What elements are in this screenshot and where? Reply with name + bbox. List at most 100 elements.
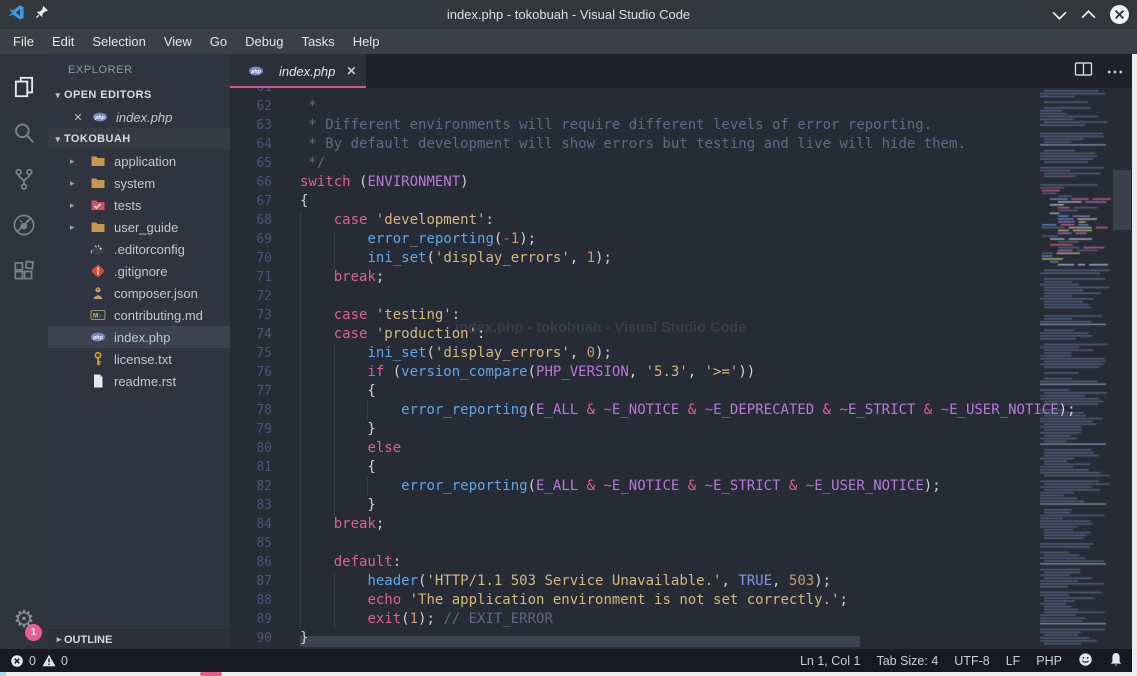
horizontal-scrollbar[interactable] — [300, 636, 860, 647]
line-number: 62 — [230, 97, 272, 116]
composer-icon — [90, 285, 106, 301]
status-tab-size-4[interactable]: Tab Size: 4 — [876, 654, 938, 668]
split-editor-icon[interactable] — [1074, 61, 1093, 82]
code-line-63[interactable]: 63 * Different environments will require… — [230, 116, 1038, 135]
line-number: 82 — [230, 477, 272, 496]
more-actions-icon[interactable] — [1107, 62, 1123, 80]
code-line-62[interactable]: 62 * — [230, 97, 1038, 116]
menu-tasks[interactable]: Tasks — [292, 31, 343, 52]
code-line-66[interactable]: 66switch (ENVIRONMENT) — [230, 173, 1038, 192]
code-line-81[interactable]: 81 { — [230, 458, 1038, 477]
feedback-smiley-icon[interactable] — [1078, 652, 1093, 670]
source-control-icon[interactable] — [0, 156, 48, 202]
status-ln-1-col-1[interactable]: Ln 1, Col 1 — [800, 654, 860, 668]
code-line-71[interactable]: 71 break; — [230, 268, 1038, 287]
code-line-67[interactable]: 67{ — [230, 192, 1038, 211]
tab-bar: php index.php ✕ — [230, 54, 1137, 88]
line-number: 64 — [230, 135, 272, 154]
extensions-icon[interactable] — [0, 248, 48, 294]
menu-go[interactable]: Go — [201, 31, 236, 52]
tree-item-application[interactable]: ▸application — [48, 150, 230, 172]
minimap[interactable] — [1038, 88, 1112, 649]
code-line-87[interactable]: 87 header('HTTP/1.1 503 Service Unavaila… — [230, 572, 1038, 591]
line-number: 88 — [230, 591, 272, 610]
vscode-window: index.php - tokobuah - Visual Studio Cod… — [0, 0, 1137, 676]
code-line-78[interactable]: 78 error_reporting(E_ALL & ~E_NOTICE & ~… — [230, 401, 1038, 420]
code-line-72[interactable]: 72 — [230, 287, 1038, 306]
status-lf[interactable]: LF — [1006, 654, 1021, 668]
scrollbar-thumb[interactable] — [1113, 170, 1131, 230]
code-line-65[interactable]: 65 */ — [230, 154, 1038, 173]
open-editors-header[interactable]: ▾ OPEN EDITORS — [48, 84, 230, 106]
line-number: 63 — [230, 116, 272, 135]
menubar: FileEditSelectionViewGoDebugTasksHelp — [0, 29, 1137, 54]
code-editor[interactable]: index.php - tokobuah - Visual Studio Cod… — [230, 88, 1137, 649]
close-button[interactable] — [1110, 5, 1129, 24]
menu-view[interactable]: View — [155, 31, 201, 52]
menu-help[interactable]: Help — [344, 31, 389, 52]
minimize-button[interactable] — [1052, 10, 1067, 20]
code-line-70[interactable]: 70 ini_set('display_errors', 1); — [230, 249, 1038, 268]
line-number: 67 — [230, 192, 272, 211]
debug-icon[interactable] — [0, 202, 48, 248]
code-line-89[interactable]: 89 exit(1); // EXIT_ERROR — [230, 610, 1038, 629]
explorer-icon[interactable] — [0, 64, 48, 110]
tree-item-license.txt[interactable]: ▸license.txt — [48, 348, 230, 370]
code-line-82[interactable]: 82 error_reporting(E_ALL & ~E_NOTICE & ~… — [230, 477, 1038, 496]
tree-item-.editorconfig[interactable]: ▸.editorconfig — [48, 238, 230, 260]
status-bar: 0 0 Ln 1, Col 1 Tab Size: 4 UTF-8 LF PHP — [0, 649, 1137, 672]
tab-close-icon[interactable]: ✕ — [346, 64, 356, 78]
code-line-61[interactable]: 61 * — [230, 88, 1038, 97]
line-number: 87 — [230, 572, 272, 591]
status-utf-8[interactable]: UTF-8 — [954, 654, 989, 668]
chevron-right-icon: ▸ — [48, 634, 64, 645]
settings-badge: 1 — [25, 624, 42, 641]
pin-icon[interactable] — [35, 5, 49, 24]
svg-text:php: php — [250, 69, 261, 75]
open-editor-index.php[interactable]: ✕phpindex.php — [48, 106, 230, 128]
project-header[interactable]: ▾ TOKOBUAH — [48, 128, 230, 150]
menu-file[interactable]: File — [4, 31, 43, 52]
code-line-64[interactable]: 64 * By default development will show er… — [230, 135, 1038, 154]
code-lines[interactable]: 61 *62 *63 * Different environments will… — [230, 88, 1038, 648]
menu-edit[interactable]: Edit — [43, 31, 83, 52]
chevron-down-icon: ▾ — [48, 90, 64, 101]
code-line-84[interactable]: 84 break; — [230, 515, 1038, 534]
code-line-75[interactable]: 75 ini_set('display_errors', 0); — [230, 344, 1038, 363]
folder-icon — [90, 219, 106, 235]
menu-selection[interactable]: Selection — [83, 31, 154, 52]
menu-debug[interactable]: Debug — [236, 31, 292, 52]
close-icon[interactable]: ✕ — [70, 111, 86, 124]
outline-header[interactable]: ▸ OUTLINE — [48, 629, 230, 649]
status-php[interactable]: PHP — [1036, 654, 1062, 668]
tree-item-system[interactable]: ▸system — [48, 172, 230, 194]
line-number: 69 — [230, 230, 272, 249]
code-line-85[interactable]: 85 — [230, 534, 1038, 553]
activity-bar: ⚙ 1 — [0, 54, 48, 649]
tree-item-index.php[interactable]: ▸phpindex.php — [48, 326, 230, 348]
code-line-77[interactable]: 77 { — [230, 382, 1038, 401]
warnings-indicator[interactable]: 0 — [42, 654, 68, 668]
maximize-button[interactable] — [1081, 10, 1096, 20]
vertical-scrollbar[interactable] — [1112, 88, 1132, 649]
tree-item-composer.json[interactable]: ▸composer.json — [48, 282, 230, 304]
search-icon[interactable] — [0, 110, 48, 156]
tree-item-tests[interactable]: ▸tests — [48, 194, 230, 216]
tree-item-readme.rst[interactable]: ▸readme.rst — [48, 370, 230, 392]
code-line-69[interactable]: 69 error_reporting(-1); — [230, 230, 1038, 249]
tree-item-contributing.md[interactable]: ▸M↓contributing.md — [48, 304, 230, 326]
code-line-80[interactable]: 80 else — [230, 439, 1038, 458]
code-line-88[interactable]: 88 echo 'The application environment is … — [230, 591, 1038, 610]
tree-item-.gitignore[interactable]: ▸.gitignore — [48, 260, 230, 282]
notifications-bell-icon[interactable] — [1109, 652, 1123, 670]
tree-item-user_guide[interactable]: ▸user_guide — [48, 216, 230, 238]
code-line-83[interactable]: 83 } — [230, 496, 1038, 515]
chevron-right-icon: ▸ — [70, 178, 84, 189]
code-line-68[interactable]: 68 case 'development': — [230, 211, 1038, 230]
errors-indicator[interactable]: 0 — [10, 654, 36, 668]
tab-index-php[interactable]: php index.php ✕ — [230, 54, 366, 88]
code-line-76[interactable]: 76 if (version_compare(PHP_VERSION, '5.3… — [230, 363, 1038, 382]
settings-gear-icon[interactable]: ⚙ 1 — [0, 597, 48, 641]
code-line-86[interactable]: 86 default: — [230, 553, 1038, 572]
code-line-79[interactable]: 79 } — [230, 420, 1038, 439]
